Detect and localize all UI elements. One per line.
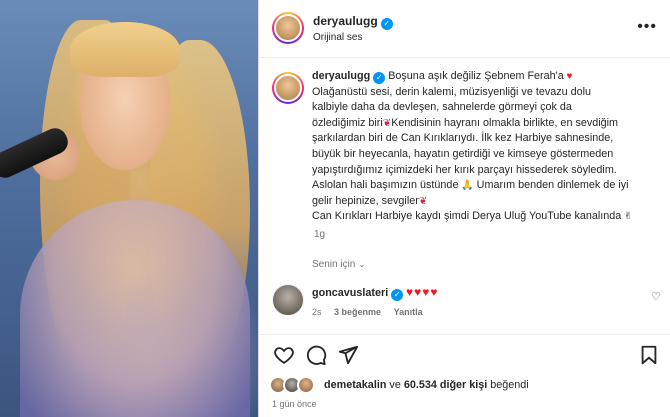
comment-icon[interactable]	[305, 344, 327, 366]
liker-avatars[interactable]	[269, 376, 321, 394]
chevron-down-icon: ⌄	[358, 260, 366, 269]
media-bangs	[70, 22, 180, 77]
likes-text: demetakalin ve 60.534 diğer kişi beğendi	[324, 379, 529, 391]
caption-avatar[interactable]	[272, 72, 304, 104]
liker-username[interactable]: demetakalin	[324, 379, 386, 391]
comment-time: 2s	[312, 307, 322, 317]
post-header: deryaulugg ✓ Orijinal ses •••	[259, 0, 670, 58]
caption-time: 1g	[314, 229, 326, 240]
comment-likes[interactable]: 3 beğenme	[334, 307, 381, 317]
header-username[interactable]: deryaulugg	[313, 14, 378, 28]
caption-line-5: şarkılardan biri de Can Kırıklarıydı. İl…	[312, 132, 614, 145]
caption-username[interactable]: deryaulugg	[312, 70, 370, 82]
more-options-icon[interactable]: •••	[637, 18, 657, 36]
verified-icon: ✓	[391, 289, 404, 301]
caption-text: deryaulugg ✓ Boşuna aşık değiliz Şebnem F…	[312, 69, 660, 225]
rose-emoji-icon: ❦	[382, 117, 392, 129]
reply-button[interactable]: Yanıtla	[394, 307, 423, 317]
post-panel: deryaulugg ✓ Orijinal ses ••• deryaulugg ✓…	[258, 0, 670, 417]
post-date: 1 gün önce	[272, 399, 317, 409]
victory-hand-emoji-icon: ✌	[621, 211, 633, 223]
for-you-dropdown[interactable]: Senin için ⌄	[312, 259, 365, 270]
praying-hands-emoji-icon: 🙏	[458, 180, 474, 192]
comment-like-icon[interactable]: ♡	[651, 290, 661, 303]
comment-meta: 2s 3 beğenme Yanıtla	[312, 307, 433, 317]
save-icon[interactable]	[638, 344, 660, 366]
caption-line-6: büyük bir heyecanla, hayatın getirdiği v…	[312, 147, 614, 160]
caption-line-8: Aslolan hali başımızın üstünde 🙏 Umarım …	[312, 179, 629, 192]
action-bar	[259, 334, 670, 374]
comment-item: goncavuslateri ✓ ♥♥♥♥ 2s 3 beğenme Yanıtl…	[259, 276, 670, 326]
audio-label[interactable]: Orijinal ses	[313, 32, 362, 43]
header-avatar[interactable]	[272, 12, 304, 44]
caption-line-1: deryaulugg ✓ Boşuna aşık değiliz Şebnem F…	[312, 70, 573, 84]
caption-line-2: Olağanüstü sesi, derin kalemi, müzisyenl…	[312, 85, 592, 98]
liker-avatar	[297, 376, 315, 394]
post-media[interactable]	[0, 0, 258, 417]
heart-emoji-icon: ♥	[563, 71, 573, 82]
comment-avatar[interactable]	[272, 284, 304, 316]
comment-username-row[interactable]: goncavuslateri ✓	[312, 287, 404, 301]
caption-line-4: özlediğimiz biri❦Kendisinin hayranı olma…	[312, 116, 619, 129]
like-icon[interactable]	[273, 344, 295, 366]
verified-icon: ✓	[373, 72, 386, 84]
for-you-label: Senin için	[312, 259, 356, 270]
caption-line-9: gelir hepinize, sevgiler❦	[312, 194, 428, 207]
comment-text: ♥♥♥♥	[406, 285, 439, 299]
caption-line-7: yapıştırdığımız içimizdeki her kırık par…	[312, 163, 617, 176]
likes-summary: demetakalin ve 60.534 diğer kişi beğendi	[269, 376, 669, 394]
media-dress	[20, 200, 250, 417]
header-username-row[interactable]: deryaulugg ✓	[313, 14, 393, 30]
comment-username[interactable]: goncavuslateri	[312, 287, 388, 299]
likes-count[interactable]: 60.534 diğer kişi	[404, 379, 487, 391]
caption-line-10: Can Kırıkları Harbiye kaydı şimdi Derya …	[312, 210, 633, 223]
share-icon[interactable]	[337, 344, 359, 366]
rose-emoji-icon: ❦	[418, 195, 428, 207]
verified-icon: ✓	[380, 18, 393, 30]
caption-line-3: kalbiyle daha da devleşen, sahnelerde gö…	[312, 101, 572, 114]
